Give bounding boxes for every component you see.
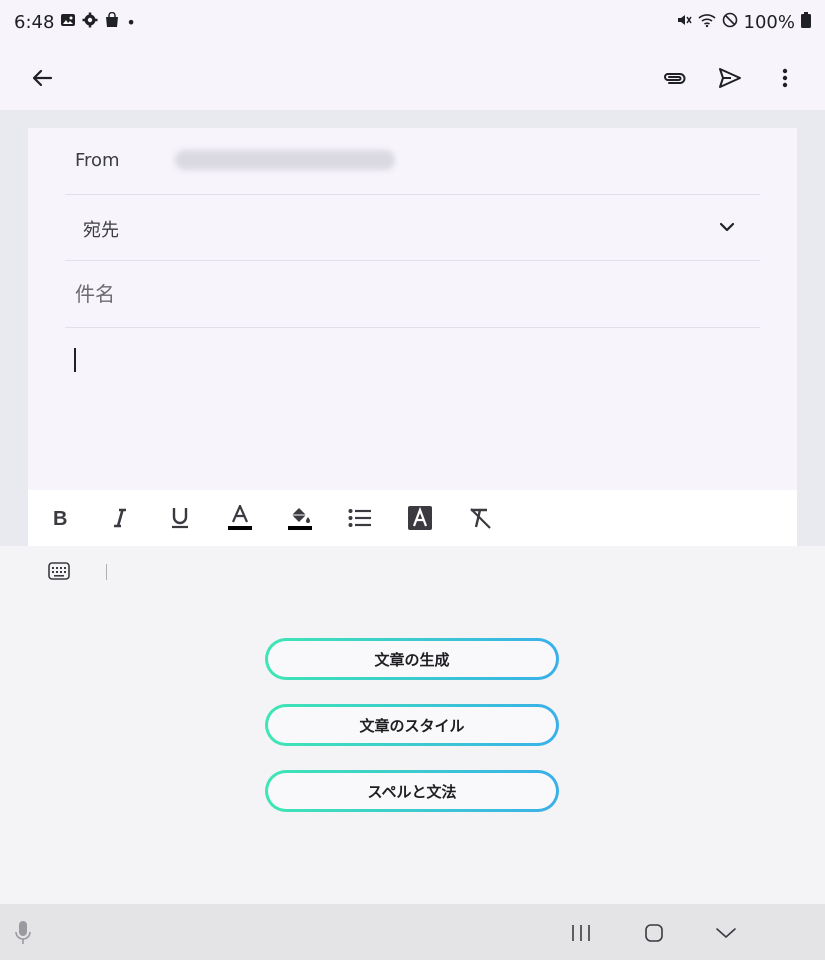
- do-not-disturb-icon: [722, 12, 738, 33]
- send-icon[interactable]: [712, 60, 748, 96]
- spelling-grammar-label: スペルと文法: [367, 782, 457, 801]
- clear-formatting-icon[interactable]: [464, 502, 496, 534]
- keyboard-icon[interactable]: [48, 562, 72, 582]
- battery-icon: [801, 12, 811, 33]
- subject-row: [65, 261, 760, 328]
- status-right: 100%: [676, 12, 811, 33]
- italic-icon[interactable]: [104, 502, 136, 534]
- from-label: From: [75, 150, 120, 171]
- generate-text-button[interactable]: 文章の生成: [265, 638, 559, 680]
- status-time: 6:48: [14, 12, 55, 33]
- navigation-bar: [0, 904, 825, 960]
- bulleted-list-icon[interactable]: [344, 502, 376, 534]
- hide-keyboard-icon[interactable]: [711, 918, 741, 948]
- chevron-down-icon[interactable]: [714, 214, 740, 240]
- body-text-cursor[interactable]: [74, 348, 76, 372]
- more-icon[interactable]: [767, 60, 803, 96]
- shopping-bag-icon: [104, 11, 120, 33]
- subject-input[interactable]: [73, 275, 737, 313]
- app-bar: [0, 46, 825, 110]
- back-arrow-icon[interactable]: [24, 60, 60, 96]
- mute-icon: [676, 12, 692, 33]
- text-style-icon[interactable]: [404, 502, 436, 534]
- home-icon[interactable]: [639, 918, 669, 948]
- microphone-icon[interactable]: [8, 918, 38, 948]
- image-icon: [60, 12, 76, 33]
- toolbar-divider: [106, 564, 107, 580]
- keyboard-panel: 文章の生成 文章のスタイル スペルと文法: [0, 546, 825, 904]
- attach-icon[interactable]: [656, 60, 692, 96]
- wifi-icon: [697, 12, 716, 33]
- text-style-button[interactable]: 文章のスタイル: [265, 704, 559, 746]
- text-color-icon[interactable]: [224, 502, 256, 534]
- recents-icon[interactable]: [566, 918, 596, 948]
- spelling-grammar-button[interactable]: スペルと文法: [265, 770, 559, 812]
- to-label: 宛先: [83, 220, 119, 241]
- compose-card: From 宛先: [28, 128, 797, 490]
- to-row[interactable]: 宛先: [65, 194, 760, 261]
- generate-text-label: 文章の生成: [374, 650, 450, 669]
- format-toolbar: B: [28, 490, 797, 546]
- highlight-icon[interactable]: [284, 502, 316, 534]
- status-bar: 6:48 • 100%: [0, 0, 825, 46]
- svg-text:B: B: [53, 508, 67, 529]
- from-address-redacted: [175, 150, 395, 170]
- underline-icon[interactable]: [164, 502, 196, 534]
- battery-text: 100%: [743, 12, 795, 33]
- text-style-label: 文章のスタイル: [359, 716, 465, 735]
- bold-icon[interactable]: B: [44, 502, 76, 534]
- status-left: 6:48 •: [14, 11, 136, 33]
- dot-icon: •: [126, 13, 136, 32]
- from-row[interactable]: From: [65, 128, 760, 195]
- settings-icon: [82, 12, 98, 33]
